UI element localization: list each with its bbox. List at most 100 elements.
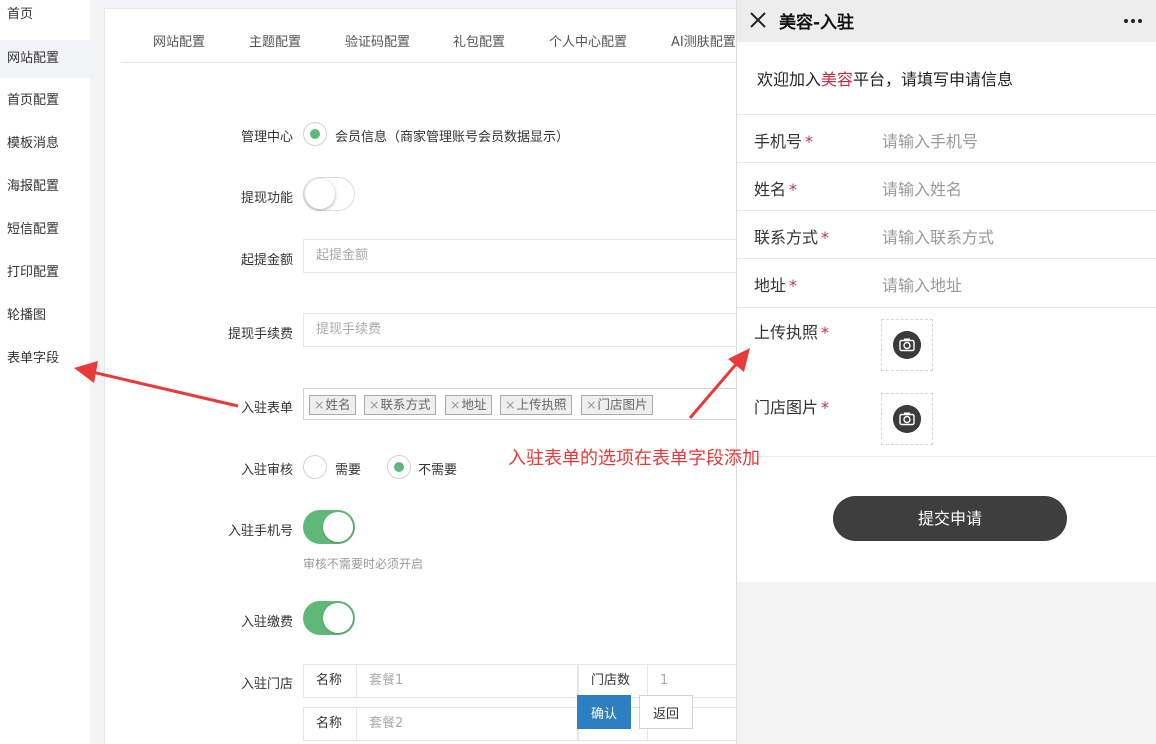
- sidebar-item-home-config[interactable]: 首页配置: [0, 78, 90, 121]
- phone-title: 美容-入驻: [779, 13, 855, 33]
- field-label-text: 姓名: [754, 180, 787, 199]
- store-row-name-input[interactable]: 套餐1: [356, 664, 578, 698]
- tab-profile-config[interactable]: 个人中心配置: [549, 31, 627, 50]
- member-info-radio[interactable]: [303, 122, 327, 146]
- tag-label: 上传执照: [516, 397, 567, 412]
- join-fee-label: 入驻缴费: [240, 615, 293, 630]
- tab-theme-config[interactable]: 主题配置: [249, 31, 301, 50]
- sidebar-item-site-config[interactable]: 网站配置: [0, 40, 90, 78]
- tag-remove-icon[interactable]: ×: [505, 397, 515, 412]
- tag-contact[interactable]: ×联系方式: [364, 395, 436, 415]
- fee-input[interactable]: 提现手续费: [303, 313, 743, 347]
- field-input[interactable]: 请输入姓名: [882, 176, 962, 200]
- member-info-option: 会员信息（商家管理账号会员数据显示）: [335, 130, 570, 145]
- withdraw-label: 提现功能: [240, 191, 293, 206]
- tag-label: 地址: [461, 397, 487, 412]
- sidebar-item-sms-config[interactable]: 短信配置: [0, 207, 90, 250]
- join-form-tag-select[interactable]: ×姓名 ×联系方式 ×地址 ×上传执照 ×门店图片: [303, 388, 743, 420]
- review-required-radio[interactable]: [303, 455, 327, 479]
- store-row-name-input[interactable]: 套餐2: [356, 707, 578, 741]
- tag-remove-icon[interactable]: ×: [586, 397, 596, 412]
- field-row-name[interactable]: 姓名 * 请输入姓名: [737, 162, 1156, 210]
- sidebar-item-print-config[interactable]: 打印配置: [0, 250, 90, 293]
- tab-gift-config[interactable]: 礼包配置: [453, 31, 505, 50]
- field-label: 地址 *: [754, 272, 797, 296]
- tab-ai-skin-config[interactable]: AI测肤配置: [671, 31, 736, 50]
- required-mark: *: [805, 132, 814, 151]
- welcome-accent: 美容: [821, 70, 854, 89]
- phone-preview: 美容-入驻 欢迎加入美容平台，请填写申请信息 手机号 * 请输入手机号 姓名 * 请…: [736, 0, 1156, 744]
- required-mark: *: [789, 276, 798, 295]
- camera-icon: [893, 405, 921, 433]
- join-phone-label: 入驻手机号: [227, 524, 293, 539]
- tag-label: 姓名: [325, 397, 351, 412]
- welcome-pre: 欢迎加入: [757, 70, 822, 89]
- phone-form: 欢迎加入美容平台，请填写申请信息 手机号 * 请输入手机号 姓名 * 请输入姓名 联…: [737, 42, 1156, 582]
- field-row-phone[interactable]: 手机号 * 请输入手机号: [737, 114, 1156, 162]
- tag-remove-icon[interactable]: ×: [314, 397, 324, 412]
- confirm-button[interactable]: 确认: [577, 695, 631, 729]
- required-mark: *: [821, 323, 830, 342]
- sidebar-item-template-message[interactable]: 模板消息: [0, 121, 90, 164]
- more-icon[interactable]: [1123, 18, 1143, 24]
- min-amount-label: 起提金额: [240, 253, 293, 268]
- upload-section: 上传执照 * 门店图片 *: [737, 307, 1156, 457]
- tab-site-config[interactable]: 网站配置: [153, 31, 205, 50]
- min-amount-input[interactable]: 起提金额: [303, 239, 743, 273]
- field-label: 门店图片 *: [754, 394, 829, 418]
- store-row-count-input[interactable]: 1: [647, 664, 743, 698]
- tag-remove-icon[interactable]: ×: [450, 397, 460, 412]
- field-input[interactable]: 请输入联系方式: [882, 224, 994, 248]
- field-input[interactable]: 请输入地址: [882, 272, 962, 296]
- field-label-text: 联系方式: [754, 228, 819, 247]
- withdraw-toggle[interactable]: [303, 177, 355, 211]
- sidebar-item-carousel[interactable]: 轮播图: [0, 293, 90, 336]
- toggle-knob: [305, 179, 335, 209]
- join-phone-hint: 审核不需要时必须开启: [303, 557, 424, 571]
- toggle-knob: [323, 512, 353, 542]
- join-store-label: 入驻门店: [240, 677, 293, 692]
- camera-icon: [893, 331, 921, 359]
- toggle-knob: [323, 603, 353, 633]
- review-not-required-option: 不需要: [418, 463, 458, 478]
- tab-captcha-config[interactable]: 验证码配置: [345, 31, 410, 50]
- field-row-contact[interactable]: 联系方式 * 请输入联系方式: [737, 210, 1156, 258]
- license-upload[interactable]: [881, 319, 933, 371]
- tag-store-photo[interactable]: ×门店图片: [581, 395, 653, 415]
- join-phone-toggle[interactable]: [303, 510, 355, 544]
- sidebar-item-home[interactable]: 首页: [0, 0, 90, 40]
- phone-header: 美容-入驻: [737, 0, 1156, 42]
- review-not-required-radio[interactable]: [387, 455, 411, 479]
- submit-button[interactable]: 提交申请: [833, 496, 1067, 541]
- store-row-name-label: 名称: [303, 707, 357, 741]
- sidebar-item-form-fields[interactable]: 表单字段: [0, 336, 90, 379]
- welcome-text: 欢迎加入美容平台，请填写申请信息: [757, 66, 1013, 90]
- tag-remove-icon[interactable]: ×: [369, 397, 379, 412]
- store-row-name-label: 名称: [303, 664, 357, 698]
- field-label-text: 门店图片: [754, 398, 819, 417]
- field-label-text: 地址: [754, 276, 787, 295]
- store-row-count-label: 门店数: [578, 664, 648, 698]
- tag-label: 联系方式: [380, 397, 431, 412]
- field-input[interactable]: 请输入手机号: [882, 128, 978, 152]
- review-required-option: 需要: [335, 463, 362, 478]
- field-label: 手机号 *: [754, 128, 813, 152]
- annotation-note: 入驻表单的选项在表单字段添加: [508, 448, 760, 469]
- tag-address[interactable]: ×地址: [445, 395, 492, 415]
- tag-name[interactable]: ×姓名: [309, 395, 356, 415]
- join-fee-toggle[interactable]: [303, 601, 355, 635]
- required-mark: *: [821, 398, 830, 417]
- field-label-text: 上传执照: [754, 323, 819, 342]
- close-icon[interactable]: [749, 11, 767, 29]
- field-label: 上传执照 *: [754, 319, 829, 343]
- store-photo-upload[interactable]: [881, 393, 933, 445]
- tag-license[interactable]: ×上传执照: [500, 395, 572, 415]
- back-button[interactable]: 返回: [639, 695, 693, 729]
- field-label: 联系方式 *: [754, 224, 829, 248]
- field-label-text: 手机号: [754, 132, 803, 151]
- field-row-address[interactable]: 地址 * 请输入地址: [737, 258, 1156, 306]
- config-panel: 网站配置 主题配置 验证码配置 礼包配置 个人中心配置 AI测肤配置 管理中心 …: [104, 8, 744, 744]
- sidebar-item-poster-config[interactable]: 海报配置: [0, 164, 90, 207]
- join-form-label: 入驻表单: [240, 401, 293, 416]
- field-label: 姓名 *: [754, 176, 797, 200]
